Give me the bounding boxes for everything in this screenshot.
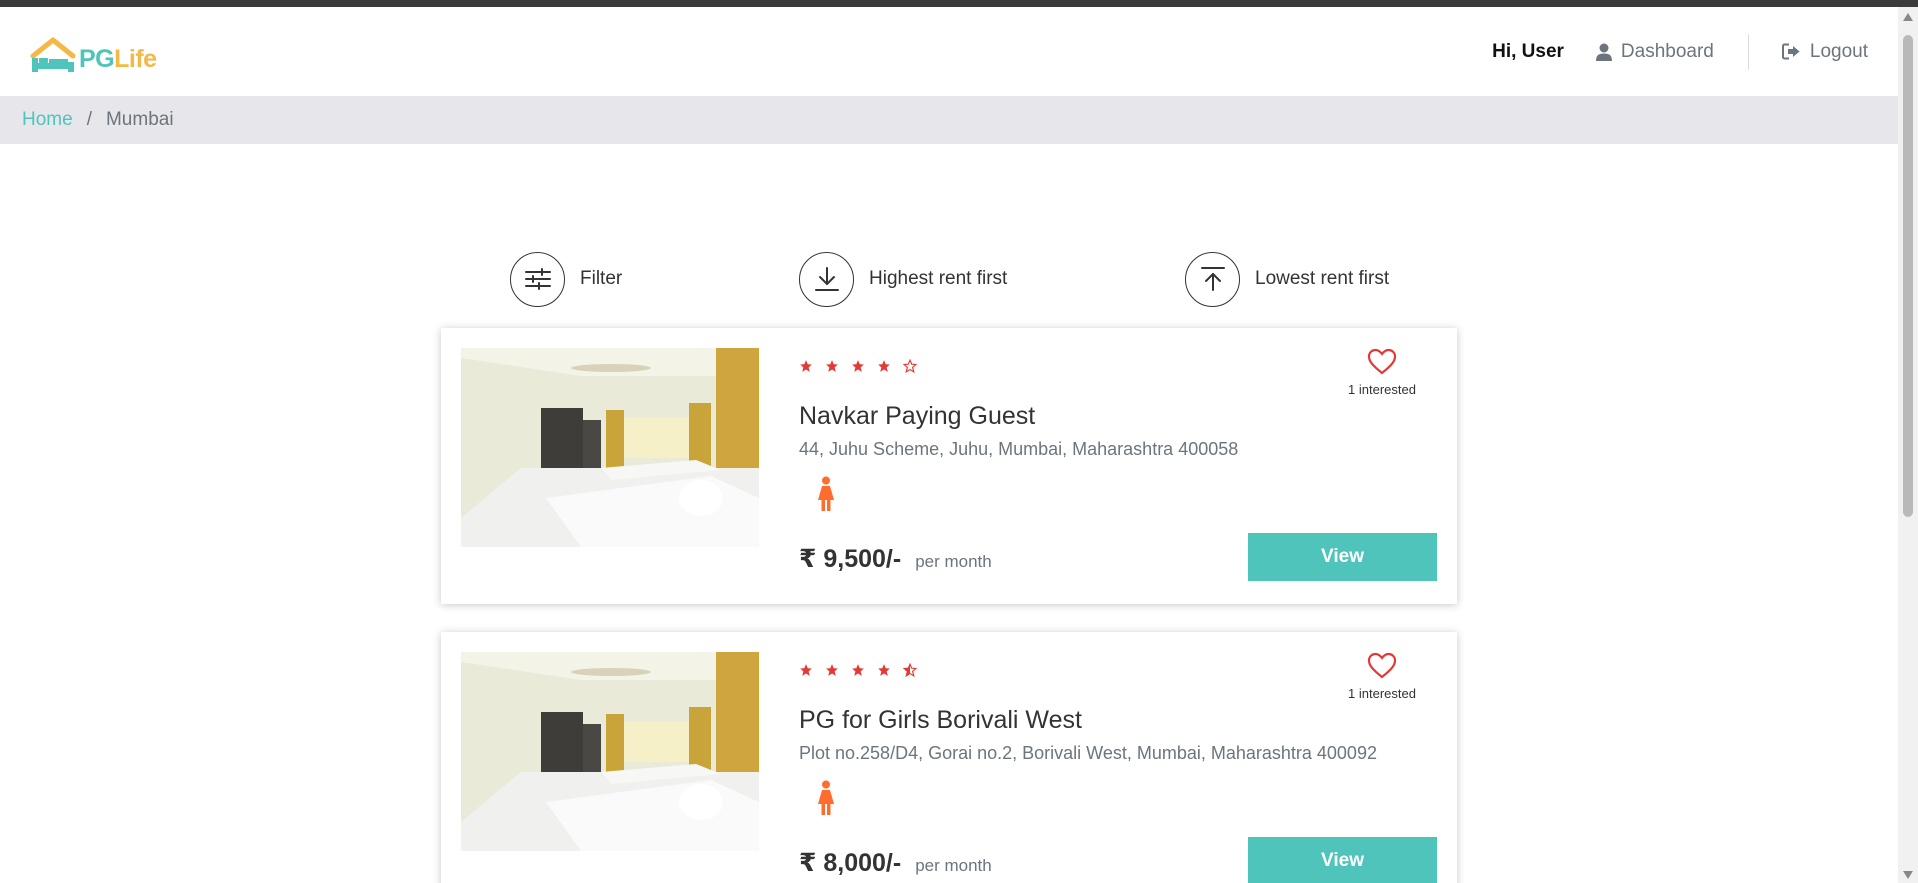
user-greeting: Hi, User [1492,40,1564,62]
pg-listing-card: 1 interested PG for Girls Borivali West … [441,632,1457,883]
interested-count: 1 interested [1348,686,1416,701]
user-icon [1595,43,1612,61]
browser-top-strip [0,0,1918,7]
scroll-up-arrow-icon[interactable] [1903,13,1913,21]
pg-room-photo[interactable] [461,348,759,547]
star-full-icon [800,360,812,372]
pg-listing-details: 1 interested Navkar Paying Guest 44, Juh… [799,348,1437,584]
star-full-icon [852,360,864,372]
pg-listing-card: 1 interested Navkar Paying Guest 44, Juh… [441,328,1457,604]
view-button[interactable]: View [1248,837,1437,883]
filter-circle[interactable] [510,251,565,307]
room-image [461,652,759,851]
interested-toggle[interactable]: 1 interested [1327,652,1437,701]
interested-count: 1 interested [1348,382,1416,397]
scroll-down-arrow-icon[interactable] [1903,871,1913,879]
star-full-icon [800,664,812,676]
logo-text: PGLife [79,44,157,73]
sign-out-icon [1781,43,1800,60]
breadcrumb: Home / Mumbai [0,96,1898,144]
pg-address: 44, Juhu Scheme, Juhu, Mumbai, Maharasht… [799,439,1239,459]
lowest-rent-circle[interactable] [1185,251,1240,307]
breadcrumb-current-city: Mumbai [105,109,174,130]
star-full-icon [826,664,838,676]
rent-row: ₹ 9,500/- per month [799,544,992,574]
site-header: PGLife Hi, User Dashboard Logout [0,7,1898,96]
rent-period: per month [915,552,992,571]
interested-toggle[interactable]: 1 interested [1327,348,1437,397]
upload-arrow-icon [1200,267,1225,291]
pg-name: PG for Girls Borivali West [799,706,1082,734]
sort-highest-rent-button[interactable]: Highest rent first [799,251,1008,307]
female-icon [815,780,837,821]
rent-amount: ₹ 8,000/- [799,849,902,877]
lowest-rent-label: Lowest rent first [1255,268,1390,289]
star-empty-icon [903,359,917,373]
logout-link[interactable]: Logout [1781,40,1868,63]
scrollbar-thumb[interactable] [1903,35,1913,517]
rent-amount: ₹ 9,500/- [799,545,902,573]
filter-label: Filter [580,268,623,289]
star-full-icon [878,360,890,372]
logout-label: Logout [1809,40,1868,62]
star-rating [799,663,917,677]
dashboard-label: Dashboard [1620,40,1714,62]
pg-room-photo[interactable] [461,652,759,851]
heart-outline-icon[interactable] [1367,652,1397,679]
breadcrumb-home-link[interactable]: Home [22,109,73,131]
user-nav: Hi, User Dashboard Logout [1492,32,1868,72]
vertical-scrollbar[interactable] [1898,7,1918,883]
house-bed-logo-icon [30,37,76,72]
star-full-icon [852,664,864,676]
download-arrow-icon [814,267,839,291]
breadcrumb-separator: / [86,109,92,130]
star-rating [799,359,917,373]
rent-period: per month [915,856,992,875]
nav-divider [1747,33,1749,70]
star-full-icon [878,664,890,676]
pg-name: Navkar Paying Guest [799,402,1036,430]
pg-address: Plot no.258/D4, Gorai no.2, Borivali Wes… [799,743,1377,763]
pg-life-logo[interactable]: PGLife [30,28,157,76]
view-button[interactable]: View [1248,533,1437,581]
highest-rent-label: Highest rent first [869,268,1008,289]
rent-row: ₹ 8,000/- per month [799,848,992,878]
star-full-icon [826,360,838,372]
heart-outline-icon[interactable] [1367,348,1397,375]
filter-button[interactable]: Filter [510,251,623,307]
highest-rent-circle[interactable] [799,251,854,307]
sort-lowest-rent-button[interactable]: Lowest rent first [1185,251,1390,307]
female-icon [815,476,837,517]
sliders-icon [524,268,551,290]
dashboard-link[interactable]: Dashboard [1595,40,1714,63]
pg-listing-details: 1 interested PG for Girls Borivali West … [799,652,1437,883]
star-half-icon [903,663,917,677]
room-image [461,348,759,547]
